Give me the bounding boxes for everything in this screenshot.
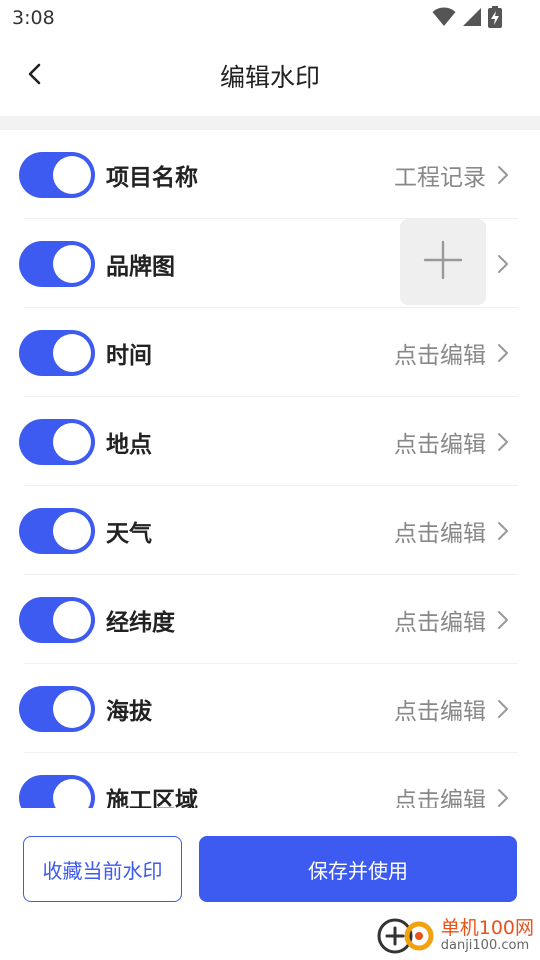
chevron-right-icon xyxy=(496,787,510,808)
watermark-fields-list[interactable]: 项目名称 工程记录 品牌图 时间 点击编辑 地点 点击编辑 天气 点击编辑 经纬… xyxy=(0,130,540,808)
battery-charging-icon xyxy=(488,6,502,32)
field-label: 经纬度 xyxy=(106,610,175,636)
chevron-right-icon xyxy=(496,164,510,186)
field-row-coordinates[interactable]: 经纬度 点击编辑 xyxy=(0,575,540,664)
watermark-sub: danji100.com xyxy=(440,938,530,954)
toggle-switch[interactable] xyxy=(19,241,95,287)
field-label: 项目名称 xyxy=(106,165,198,191)
watermark-main: 单机100网 xyxy=(440,917,534,940)
field-row-altitude[interactable]: 海拔 点击编辑 xyxy=(0,664,540,753)
toggle-knob xyxy=(53,512,91,550)
field-row-brand-image[interactable]: 品牌图 xyxy=(0,219,540,308)
section-separator xyxy=(0,116,540,130)
field-label: 品牌图 xyxy=(106,254,175,280)
plus-icon xyxy=(423,240,463,284)
field-row-location[interactable]: 地点 点击编辑 xyxy=(0,397,540,486)
toggle-knob xyxy=(53,601,91,639)
field-row-weather[interactable]: 天气 点击编辑 xyxy=(0,486,540,575)
field-row-construction-area[interactable]: 施工区域 点击编辑 xyxy=(0,753,540,808)
field-value[interactable]: 点击编辑 xyxy=(394,514,486,548)
favorite-watermark-button[interactable]: 收藏当前水印 xyxy=(23,836,182,902)
toggle-switch[interactable] xyxy=(19,775,95,808)
app-bar: 编辑水印 xyxy=(0,36,540,116)
field-label: 施工区域 xyxy=(106,788,198,808)
toggle-knob xyxy=(53,423,91,461)
toggle-switch[interactable] xyxy=(19,152,95,198)
field-label: 天气 xyxy=(106,521,152,547)
watermark-text: 单机100网 danji100.com xyxy=(440,917,534,954)
field-value[interactable]: 点击编辑 xyxy=(394,603,486,637)
field-row-project-name[interactable]: 项目名称 工程记录 xyxy=(0,130,540,219)
field-value[interactable]: 点击编辑 xyxy=(394,425,486,459)
toggle-knob xyxy=(53,690,91,728)
toggle-switch[interactable] xyxy=(19,419,95,465)
chevron-right-icon xyxy=(496,253,510,275)
chevron-right-icon xyxy=(496,520,510,542)
toggle-switch[interactable] xyxy=(19,597,95,643)
wifi-icon xyxy=(432,7,456,31)
page-title: 编辑水印 xyxy=(219,63,320,92)
chevron-right-icon xyxy=(496,609,510,631)
field-label: 时间 xyxy=(106,343,152,369)
toggle-switch[interactable] xyxy=(19,686,95,732)
field-value[interactable]: 点击编辑 xyxy=(394,692,486,726)
chevron-right-icon xyxy=(496,431,510,453)
add-image-button[interactable] xyxy=(400,219,486,305)
field-row-time[interactable]: 时间 点击编辑 xyxy=(0,308,540,397)
chevron-right-icon xyxy=(496,698,510,720)
save-and-use-button[interactable]: 保存并使用 xyxy=(199,836,517,902)
toggle-knob xyxy=(53,334,91,372)
chevron-right-icon xyxy=(496,342,510,364)
field-value[interactable]: 点击编辑 xyxy=(394,781,486,808)
field-label: 地点 xyxy=(106,432,152,458)
field-value[interactable]: 工程记录 xyxy=(394,158,486,192)
status-time: 3:08 xyxy=(12,7,55,29)
status-bar: 3:08 xyxy=(0,0,540,36)
field-label: 海拔 xyxy=(106,699,152,725)
toggle-switch[interactable] xyxy=(19,330,95,376)
site-watermark: 单机100网 danji100.com xyxy=(375,914,534,958)
toggle-knob xyxy=(53,156,91,194)
toggle-knob xyxy=(53,245,91,283)
status-icons xyxy=(432,6,502,32)
toggle-switch[interactable] xyxy=(19,508,95,554)
signal-icon xyxy=(462,7,482,31)
watermark-logo-icon xyxy=(375,914,437,958)
field-value[interactable]: 点击编辑 xyxy=(394,336,486,370)
toggle-knob xyxy=(53,779,91,808)
